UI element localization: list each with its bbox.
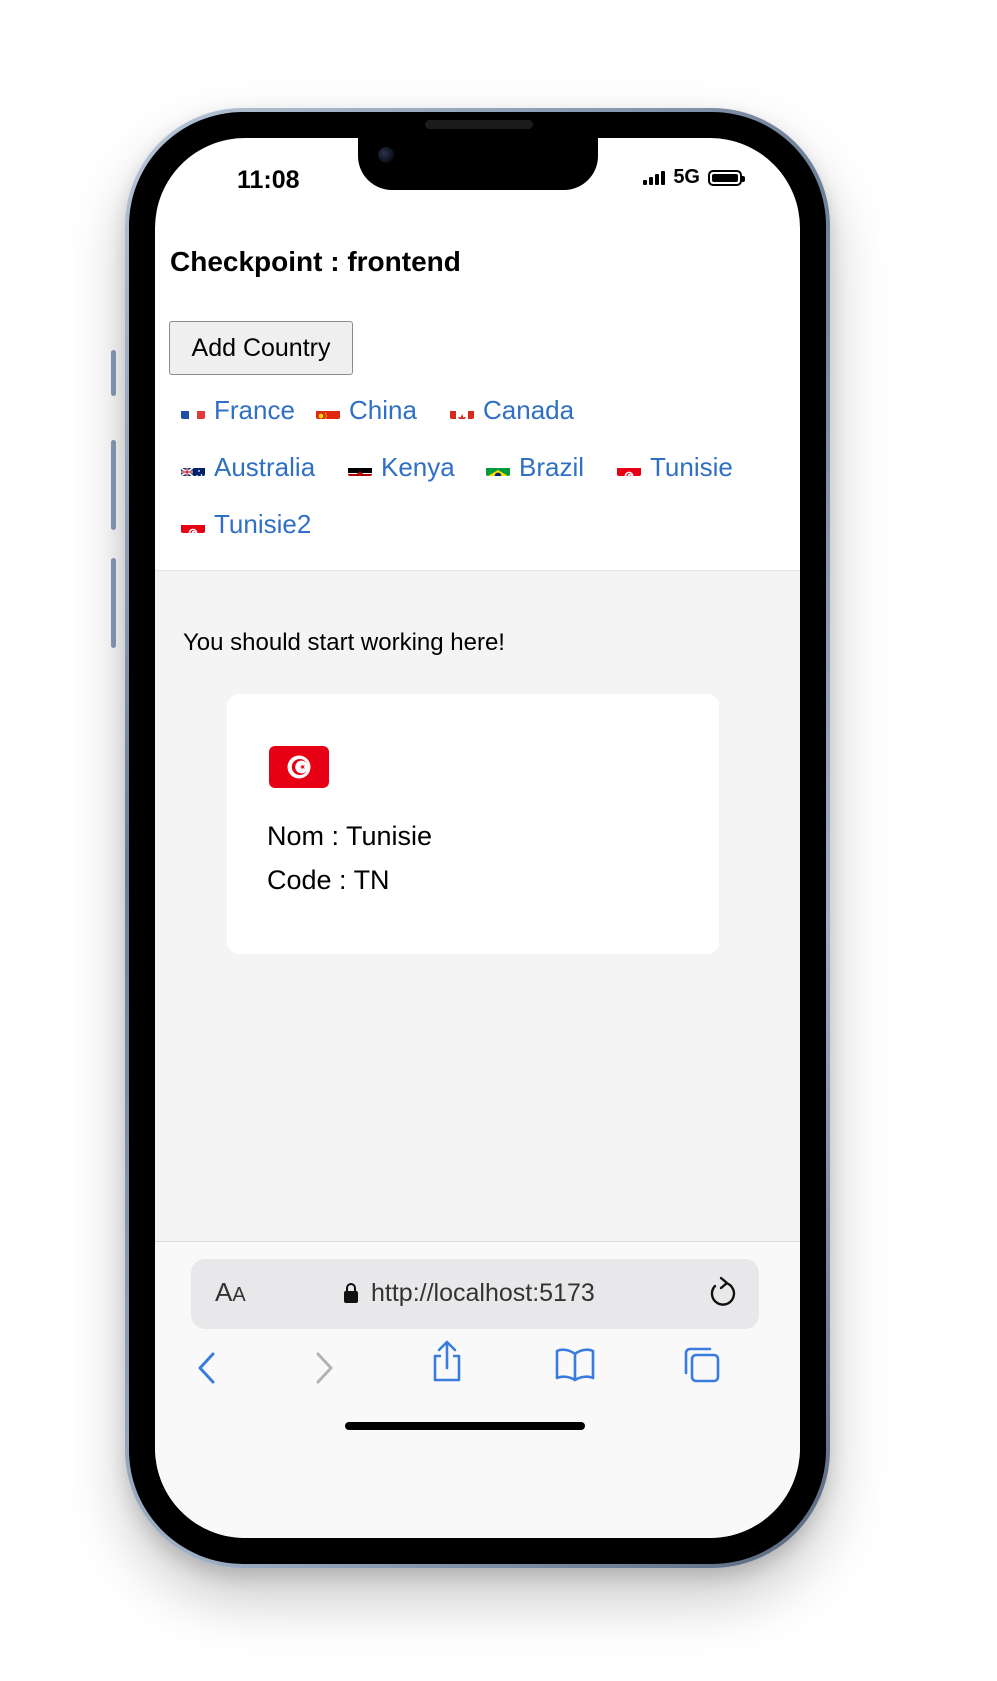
country-label: China [349, 395, 417, 425]
add-country-button[interactable]: Add Country [169, 321, 353, 375]
flag-china-icon [316, 403, 340, 419]
main-content: You should start working here! Nom : Tun… [155, 571, 800, 1241]
share-icon[interactable] [430, 1340, 464, 1389]
earpiece-speaker [425, 120, 533, 129]
intro-text: You should start working here! [183, 629, 505, 656]
bookmarks-icon[interactable] [554, 1346, 596, 1387]
reload-icon[interactable] [707, 1275, 737, 1314]
country-label: Brazil [519, 452, 585, 482]
country-link-tunisie2[interactable]: Tunisie2 [181, 509, 311, 540]
country-label: Australia [214, 452, 316, 482]
home-indicator[interactable] [345, 1422, 585, 1430]
address-bar[interactable]: AA http://localhost:5173 [191, 1259, 759, 1329]
country-link-brazil[interactable]: Brazil [486, 452, 584, 483]
flag-canada-icon [450, 403, 474, 419]
back-icon[interactable] [195, 1350, 219, 1391]
status-time: 11:08 [237, 166, 300, 194]
phone-screen: 11:08 5G Checkpoint : frontend Add Count… [155, 138, 800, 1538]
country-link-france[interactable]: France [181, 395, 295, 426]
flag-kenya-icon [348, 460, 372, 476]
country-link-kenya[interactable]: Kenya [348, 452, 455, 483]
notch [358, 138, 598, 190]
mute-switch [111, 350, 116, 396]
tabs-icon[interactable] [683, 1346, 721, 1389]
country-code: Code : TN [267, 865, 390, 895]
country-card: Nom : Tunisie Code : TN [227, 694, 719, 954]
volume-up-button [111, 440, 116, 530]
lock-icon [343, 1282, 359, 1309]
status-indicators: 5G [643, 166, 745, 189]
signal-icon [643, 170, 666, 185]
front-camera-icon [378, 147, 394, 163]
flag-tunisia-icon [617, 460, 641, 476]
flag-brazil-icon [486, 460, 510, 476]
text-size-button[interactable]: AA [215, 1277, 246, 1308]
country-link-china[interactable]: China [316, 395, 417, 426]
flag-tunisia-icon [181, 517, 205, 533]
country-label: Tunisie2 [214, 509, 312, 539]
country-link-australia[interactable]: Australia [181, 452, 315, 483]
country-label: Kenya [381, 452, 455, 482]
flag-france-icon [181, 403, 205, 419]
flag-tunisia-large-icon [269, 746, 329, 788]
country-link-tunisie[interactable]: Tunisie [617, 452, 733, 483]
country-label: Canada [483, 395, 575, 425]
flag-australia-icon [181, 460, 205, 476]
country-name: Nom : Tunisie [267, 821, 433, 851]
browser-toolbar: AA http://localhost:5173 [155, 1241, 800, 1538]
network-label: 5G [673, 166, 700, 188]
page-title: Checkpoint : frontend [170, 246, 461, 277]
url-text: http://localhost:5173 [371, 1279, 595, 1307]
forward-icon[interactable] [312, 1350, 336, 1391]
volume-down-button [111, 558, 116, 648]
country-label: France [214, 395, 295, 425]
country-link-canada[interactable]: Canada [450, 395, 574, 426]
country-label: Tunisie [650, 452, 733, 482]
battery-icon [708, 169, 745, 186]
